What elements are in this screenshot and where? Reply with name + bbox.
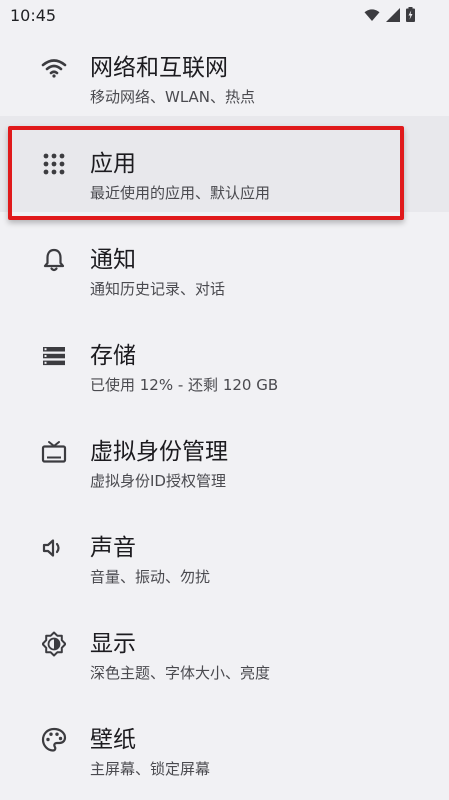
settings-item-storage[interactable]: 存储 已使用 12% - 还剩 120 GB xyxy=(0,308,449,404)
settings-item-title: 通知 xyxy=(90,247,136,273)
settings-item-display[interactable]: 显示 深色主题、字体大小、亮度 xyxy=(0,596,449,692)
bell-icon xyxy=(40,246,68,274)
settings-item-title: 存储 xyxy=(90,343,136,369)
settings-item-subtitle: 深色主题、字体大小、亮度 xyxy=(90,664,271,682)
settings-item-title: 显示 xyxy=(90,631,136,657)
settings-item-subtitle: 已使用 12% - 还剩 120 GB xyxy=(90,376,279,394)
wifi-icon xyxy=(40,54,68,82)
settings-item-subtitle: 主屏幕、锁定屏幕 xyxy=(90,760,211,778)
settings-item-subtitle: 虚拟身份ID授权管理 xyxy=(90,472,226,490)
settings-item-virtual-identity[interactable]: 虚拟身份管理 虚拟身份ID授权管理 xyxy=(0,404,449,500)
settings-item-wallpaper[interactable]: 壁纸 主屏幕、锁定屏幕 xyxy=(0,692,449,788)
highlight-box xyxy=(8,126,404,220)
speaker-icon xyxy=(40,534,68,562)
brightness-icon xyxy=(40,630,68,658)
settings-item-title: 壁纸 xyxy=(90,727,136,753)
tv-icon xyxy=(40,438,68,466)
settings-item-title: 网络和互联网 xyxy=(90,55,228,81)
settings-item-sound[interactable]: 声音 音量、振动、勿扰 xyxy=(0,500,449,596)
settings-item-network[interactable]: 网络和互联网 移动网络、WLAN、热点 xyxy=(0,20,449,116)
settings-item-subtitle: 音量、振动、勿扰 xyxy=(90,568,211,586)
settings-item-notifications[interactable]: 通知 通知历史记录、对话 xyxy=(0,212,449,308)
palette-icon xyxy=(40,726,68,754)
settings-item-subtitle: 移动网络、WLAN、热点 xyxy=(90,88,256,106)
settings-item-title: 声音 xyxy=(90,535,136,561)
storage-icon xyxy=(40,342,68,370)
settings-item-subtitle: 通知历史记录、对话 xyxy=(90,280,226,298)
settings-item-title: 虚拟身份管理 xyxy=(90,439,228,465)
